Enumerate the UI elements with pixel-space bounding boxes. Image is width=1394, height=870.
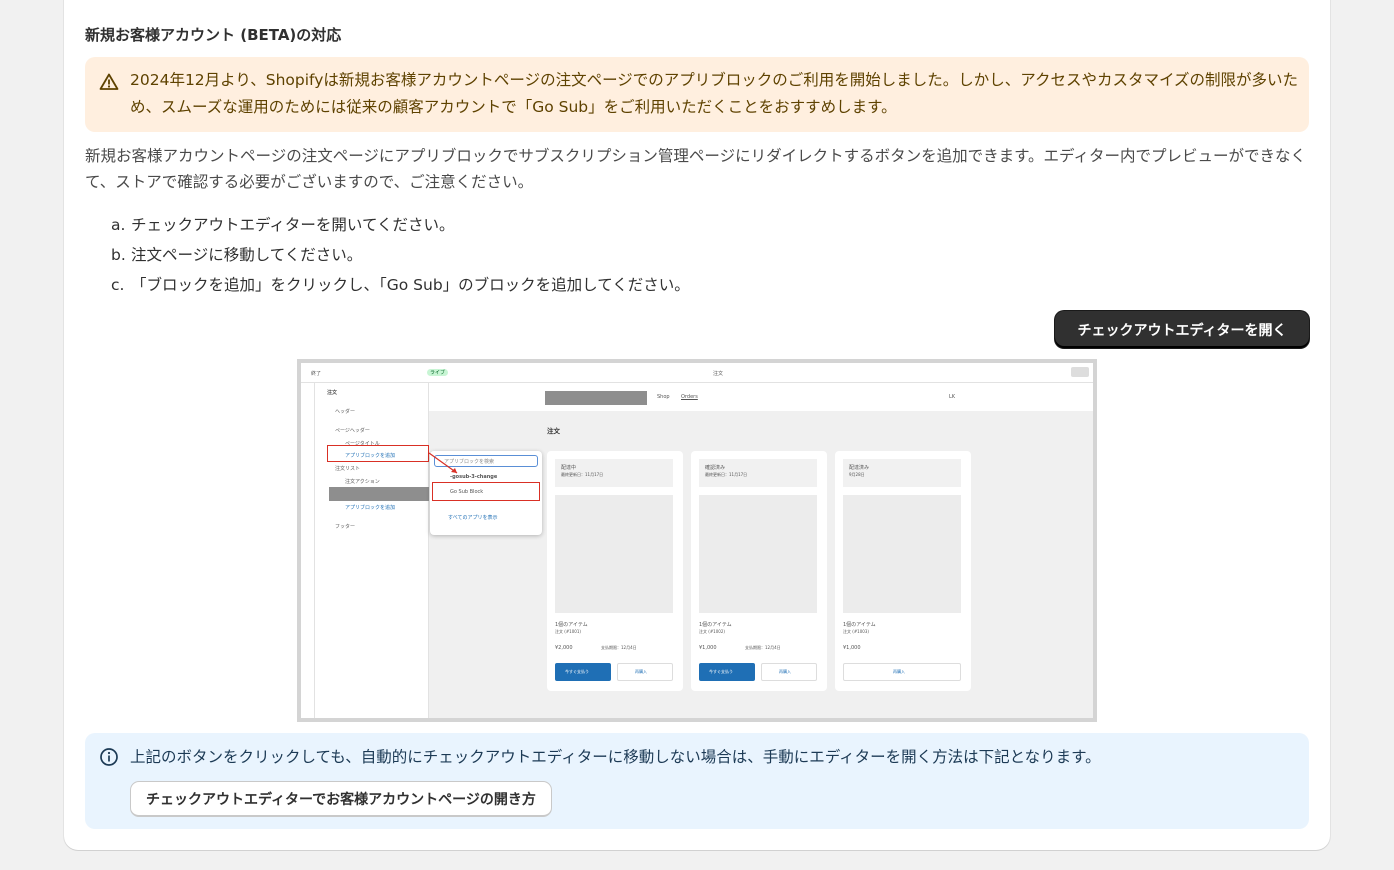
- description: 新規お客様アカウントページの注文ページにアプリブロックでサブスクリプション管理ペ…: [85, 147, 1306, 191]
- image-placeholder: [699, 495, 817, 613]
- editor-topbar: 終了 ライブ 注文: [301, 363, 1093, 383]
- editor-screenshot: 終了 ライブ 注文 注文 ヘッダー ページヘッダー ページタイトル アプリブロッ…: [297, 359, 1097, 722]
- steps-list: a. チェックアウトエディターを開いてください。 b. 注文ページに移動してください…: [111, 210, 690, 300]
- step-item: a. チェックアウトエディターを開いてください。: [111, 216, 455, 234]
- editor-canvas: Shop Orders LK 注文 配達中 最終更新日：11月17日 1個のアイ…: [429, 383, 1093, 718]
- info-banner: 上記のボタンをクリックしても、自動的にチェックアウトエディターに移動しない場合は…: [85, 733, 1309, 829]
- editor-panel: 注文 ヘッダー ページヘッダー ページタイトル アプリブロックを追加 注文リスト…: [315, 383, 429, 718]
- order-card: 確認済み 最終更新日：11月17日 1個のアイテム 注文 (#1002) ¥1,…: [691, 451, 827, 691]
- alert-triangle-icon: [99, 73, 119, 90]
- how-to-open-editor-button[interactable]: チェックアウトエディターでお客様アカウントページの開き方: [130, 781, 552, 817]
- info-text: 上記のボタンをクリックしても、自動的にチェックアウトエディターに移動しない場合は…: [130, 748, 1101, 766]
- editor-icon-rail: [301, 383, 315, 718]
- image-placeholder: [843, 495, 961, 613]
- warning-banner: 2024年12月より、Shopifyは新規お客様アカウントページの注文ページでの…: [85, 57, 1309, 132]
- order-card: 配達済み 9月28日 1個のアイテム 注文 (#1003) ¥1,000 再購入: [835, 451, 971, 691]
- image-placeholder: [555, 495, 673, 613]
- highlight-box: [432, 482, 540, 501]
- warning-text: 2024年12月より、Shopifyは新規お客様アカウントページの注文ページでの…: [130, 71, 1299, 116]
- info-circle-icon: [100, 748, 118, 766]
- step-item: b. 注文ページに移動してください。: [111, 246, 363, 264]
- highlight-box: [327, 445, 429, 462]
- section-title: 新規お客様アカウント (BETA)の対応: [85, 26, 342, 44]
- step-item: c. 「ブロックを追加」をクリックし、「Go Sub」のブロックを追加してください…: [111, 276, 690, 294]
- order-card: 配達中 最終更新日：11月17日 1個のアイテム 注文 (#1001) ¥2,0…: [547, 451, 683, 691]
- open-checkout-editor-button[interactable]: チェックアウトエディターを開く: [1055, 311, 1309, 348]
- arrow-icon: [428, 452, 458, 474]
